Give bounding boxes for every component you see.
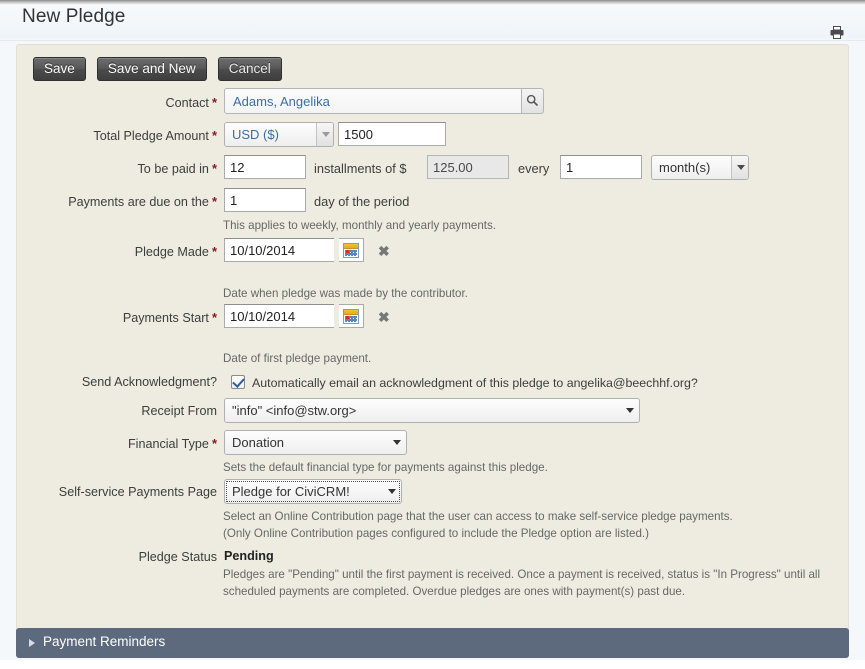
- installments-input[interactable]: [224, 155, 306, 179]
- search-icon: [526, 94, 539, 107]
- required-marker: *: [211, 95, 217, 110]
- cancel-button[interactable]: Cancel: [217, 57, 282, 81]
- pledge-form-page: New Pledge Save Save and New Cancel Cont…: [0, 0, 865, 669]
- financial-type-value: Donation: [232, 435, 285, 450]
- label-total-pledge-amount-text: Total Pledge Amount: [93, 129, 209, 143]
- required-marker: *: [211, 128, 217, 143]
- financial-type-select[interactable]: Donation: [224, 430, 407, 455]
- header-divider: [0, 40, 865, 41]
- payments-start-help: Date of first pledge payment.: [223, 352, 372, 365]
- print-icon[interactable]: [830, 24, 844, 39]
- label-send-acknowledgment: Send Acknowledgment?: [17, 375, 217, 389]
- label-contact: Contact *: [17, 95, 217, 110]
- label-receipt-from-text: Receipt From: [141, 404, 217, 418]
- frequency-interval-input[interactable]: [560, 155, 642, 179]
- self-service-page-select[interactable]: Pledge for CiviCRM!: [224, 479, 402, 504]
- label-contact-text: Contact: [165, 96, 209, 110]
- chevron-down-icon: [622, 399, 639, 422]
- form-action-buttons: Save Save and New Cancel: [33, 57, 288, 81]
- chevron-down-icon: [389, 431, 406, 454]
- label-pledge-status: Pledge Status: [17, 550, 217, 564]
- calendar-icon: [343, 243, 360, 258]
- pledge-made-clear-button[interactable]: ✖: [378, 243, 390, 260]
- currency-select[interactable]: USD ($): [224, 122, 334, 147]
- required-marker: *: [211, 244, 217, 259]
- day-of-period-text: day of the period: [314, 194, 410, 209]
- page-bottom-strip: [0, 660, 865, 669]
- pledge-status-value: Pending: [224, 549, 274, 563]
- save-and-new-button[interactable]: Save and New: [96, 57, 207, 81]
- label-pledge-made: Pledge Made *: [17, 244, 217, 259]
- label-send-acknowledgment-text: Send Acknowledgment?: [81, 375, 217, 389]
- label-payments-start-text: Payments Start: [122, 311, 209, 325]
- pledge-form-container: Save Save and New Cancel Contact* Total …: [16, 44, 849, 656]
- page-title: New Pledge: [22, 6, 126, 27]
- self-service-help-line2: (Only Online Contribution pages configur…: [223, 527, 650, 540]
- required-marker: *: [211, 194, 217, 209]
- label-financial-type: Financial Type *: [17, 436, 217, 451]
- chevron-down-icon: [384, 480, 401, 503]
- label-pledge-status-text: Pledge Status: [138, 550, 217, 564]
- every-text: every: [518, 161, 550, 176]
- label-self-service-page-text: Self-service Payments Page: [58, 485, 217, 499]
- calendar-icon: [343, 309, 360, 324]
- frequency-unit-value: month(s): [659, 160, 711, 175]
- send-acknowledgment-label: Automatically email an acknowledgment of…: [252, 376, 698, 390]
- installment-amount-input: [427, 155, 509, 179]
- window-top-shadow: [0, 0, 865, 5]
- payments-start-clear-button[interactable]: ✖: [378, 309, 390, 326]
- label-self-service-page: Self-service Payments Page: [17, 485, 217, 499]
- label-receipt-from: Receipt From: [17, 404, 217, 418]
- label-payments-start: Payments Start *: [17, 310, 217, 325]
- pledge-made-help: Date when pledge was made by the contrib…: [223, 287, 468, 300]
- self-service-help-line1: Select an Online Contribution page that …: [223, 510, 733, 523]
- label-total-pledge-amount: Total Pledge Amount *: [17, 128, 217, 143]
- due-day-input[interactable]: [224, 188, 306, 212]
- label-pledge-made-text: Pledge Made: [134, 245, 209, 259]
- label-to-be-paid-in: To be paid in *: [17, 161, 217, 176]
- installments-of-text: installments of $: [314, 161, 407, 176]
- label-financial-type-text: Financial Type: [127, 437, 209, 451]
- label-payments-due: Payments are due on the *: [17, 194, 217, 209]
- payments-start-date-input[interactable]: [224, 304, 334, 328]
- chevron-down-icon: [731, 156, 748, 179]
- chevron-right-icon: [29, 639, 35, 647]
- save-button[interactable]: Save: [33, 57, 86, 81]
- send-acknowledgment-checkbox[interactable]: [231, 375, 245, 389]
- currency-select-value: USD ($): [232, 127, 279, 142]
- self-service-page-value: Pledge for CiviCRM!: [232, 484, 350, 499]
- pledge-made-calendar-button[interactable]: [339, 238, 365, 262]
- pledge-made-date-widget: [224, 238, 365, 262]
- financial-type-help: Sets the default financial type for paym…: [223, 461, 548, 474]
- required-marker: *: [211, 161, 217, 176]
- pledge-made-date-input[interactable]: [224, 238, 334, 262]
- payments-start-date-widget: [224, 304, 365, 328]
- payment-reminders-label: Payment Reminders: [43, 634, 166, 649]
- pledge-status-help: Pledges are "Pending" until the first pa…: [223, 568, 821, 598]
- required-marker: *: [211, 310, 217, 325]
- pledge-amount-input[interactable]: [338, 122, 446, 146]
- payments-due-help: This applies to weekly, monthly and year…: [223, 219, 497, 232]
- receipt-from-value: "info" <info@stw.org>: [232, 403, 357, 418]
- label-to-be-paid-in-text: To be paid in: [137, 162, 209, 176]
- frequency-unit-select[interactable]: month(s): [651, 155, 749, 180]
- payment-reminders-accordion[interactable]: Payment Reminders: [16, 628, 849, 658]
- payments-start-calendar-button[interactable]: [339, 304, 365, 328]
- receipt-from-select[interactable]: "info" <info@stw.org>: [224, 398, 640, 423]
- contact-search-button[interactable]: [522, 88, 544, 114]
- contact-input[interactable]: [224, 88, 522, 114]
- label-payments-due-text: Payments are due on the: [68, 195, 209, 209]
- required-marker: *: [211, 436, 217, 451]
- chevron-down-icon: [316, 123, 333, 146]
